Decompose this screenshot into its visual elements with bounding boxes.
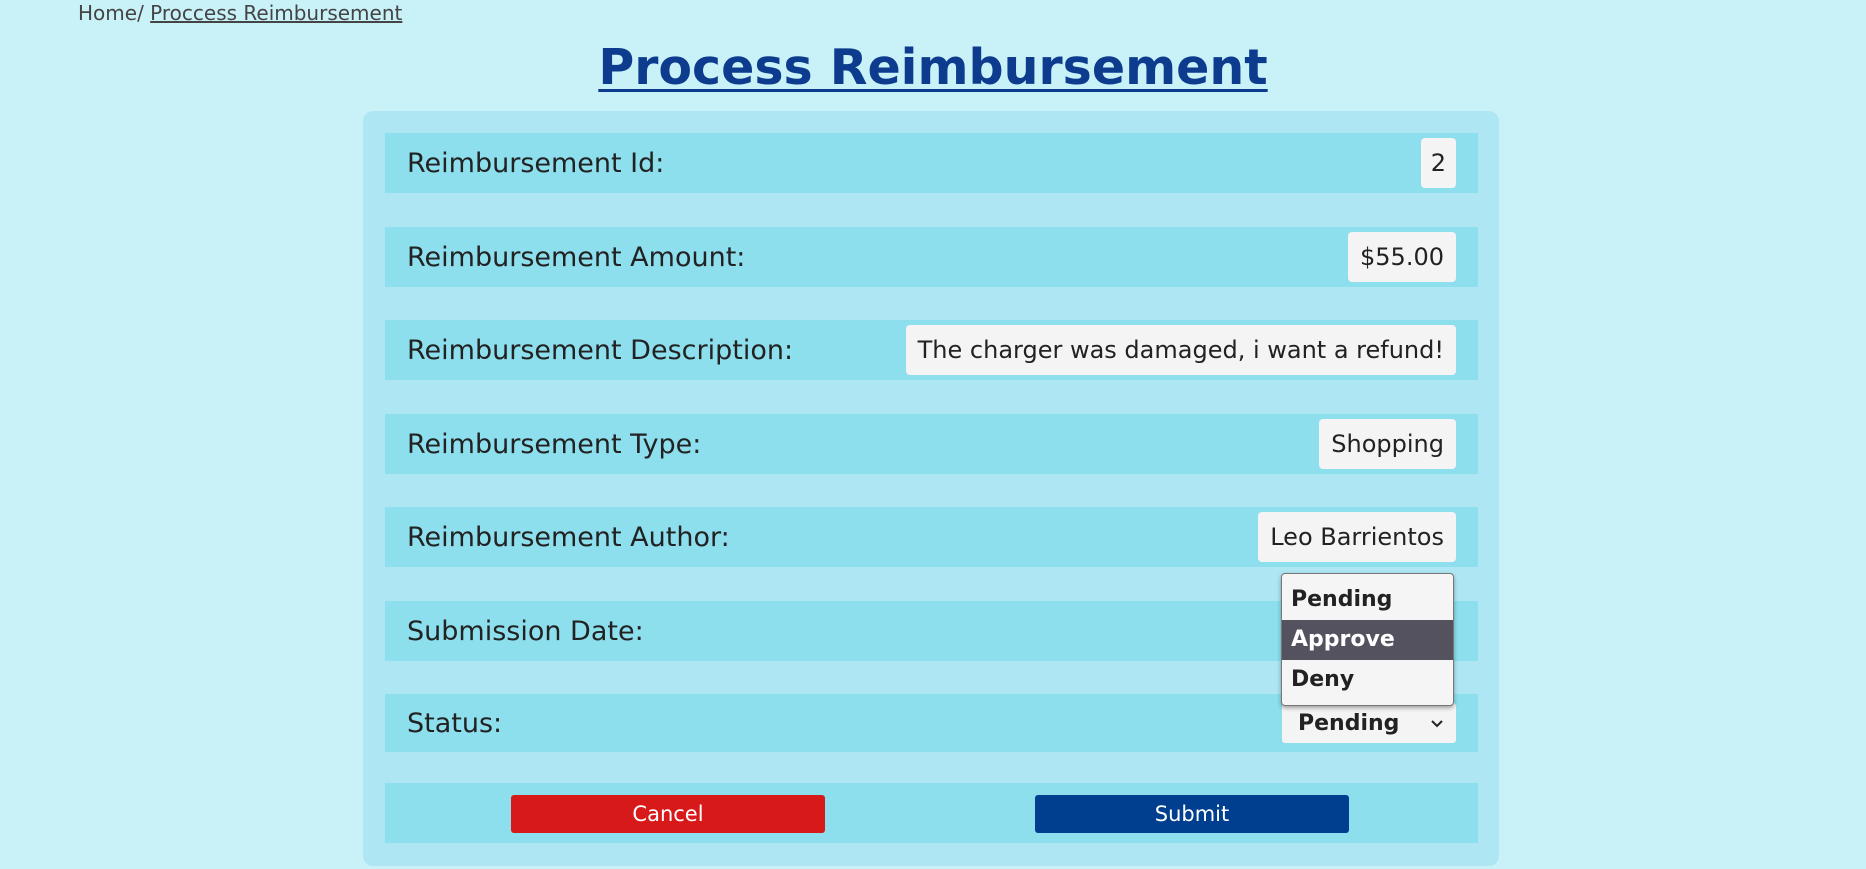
- field-label-submission-date: Submission Date:: [407, 615, 644, 647]
- status-option-approve[interactable]: Approve: [1282, 620, 1453, 660]
- field-label-description: Reimbursement Description:: [407, 334, 794, 366]
- status-dropdown-menu: Pending Approve Deny: [1281, 573, 1454, 706]
- chevron-down-icon: [1431, 720, 1443, 728]
- breadcrumb-home[interactable]: Home/: [78, 1, 144, 25]
- reimbursement-form: Reimbursement Id: 2 Reimbursement Amount…: [363, 111, 1499, 866]
- field-value-id: 2: [1420, 138, 1456, 188]
- status-option-pending[interactable]: Pending: [1282, 580, 1453, 620]
- field-row-author: Reimbursement Author: Leo Barrientos: [385, 507, 1478, 567]
- cancel-button[interactable]: Cancel: [511, 795, 825, 833]
- status-select[interactable]: Pending: [1282, 703, 1456, 743]
- field-row-description: Reimbursement Description: The charger w…: [385, 320, 1478, 380]
- field-value-author: Leo Barrientos: [1258, 512, 1456, 562]
- field-row-id: Reimbursement Id: 2: [385, 133, 1478, 193]
- breadcrumb-current[interactable]: Proccess Reimbursement: [150, 1, 402, 25]
- field-label-amount: Reimbursement Amount:: [407, 241, 746, 273]
- field-value-amount: $55.00: [1348, 232, 1456, 282]
- submit-button[interactable]: Submit: [1035, 795, 1349, 833]
- page-title-text: Process Reimbursement: [598, 39, 1268, 96]
- field-row-type: Reimbursement Type: Shopping: [385, 414, 1478, 474]
- field-row-amount: Reimbursement Amount: $55.00: [385, 227, 1478, 287]
- field-label-id: Reimbursement Id:: [407, 147, 665, 179]
- form-actions: Cancel Submit: [385, 783, 1478, 843]
- status-select-value: Pending: [1298, 710, 1400, 736]
- field-value-description: The charger was damaged, i want a refund…: [905, 325, 1456, 375]
- field-value-type: Shopping: [1319, 419, 1456, 469]
- status-option-deny[interactable]: Deny: [1282, 660, 1453, 700]
- field-label-status: Status:: [407, 707, 503, 739]
- field-label-type: Reimbursement Type:: [407, 428, 702, 460]
- page-title: Process Reimbursement: [0, 38, 1866, 98]
- breadcrumb: Home/ Proccess Reimbursement: [78, 0, 402, 26]
- field-label-author: Reimbursement Author:: [407, 521, 730, 553]
